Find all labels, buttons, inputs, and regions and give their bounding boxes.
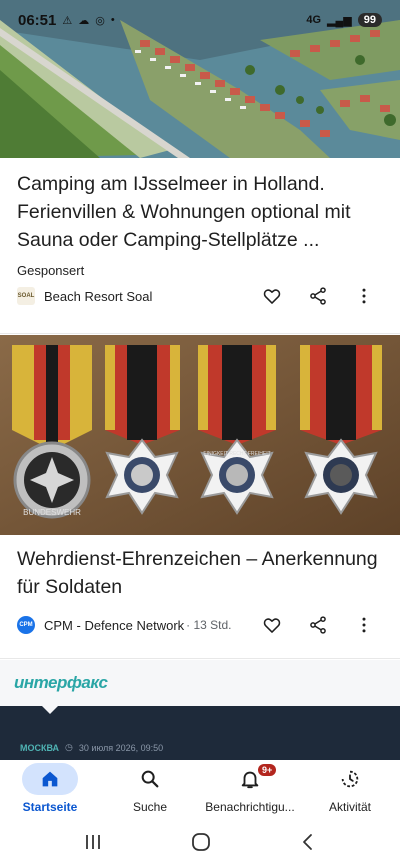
date-label: 30 июля 2026, 09:50 <box>78 742 164 753</box>
card-header: интерфакс <box>0 660 400 706</box>
recent-apps-button[interactable] <box>83 833 103 856</box>
card-image-medals[interactable]: BUNDESWEHR EINIGKEIT RECHT FREIHEIT <box>0 335 400 535</box>
source-name: Beach Resort Soal <box>44 288 153 304</box>
warning-icon: ⚠ <box>62 14 73 27</box>
nav-label: Suche <box>132 800 168 814</box>
bottom-navigation: Startseite Suche 9+ Benachrichtigu... Ak… <box>0 760 400 822</box>
card-title[interactable]: Wehrdienst-Ehrenzeichen – Anerkennung fü… <box>17 545 387 601</box>
system-navigation-bar <box>0 822 400 867</box>
more-options-button[interactable] <box>341 283 387 309</box>
activity-icon <box>341 770 359 788</box>
search-icon <box>141 770 159 788</box>
more-options-button[interactable] <box>341 612 387 638</box>
signal-icon: ▂▄▆ <box>327 14 352 27</box>
dateline: МОСКВА ◷ 30 июля 2026, 09:50 <box>20 742 163 753</box>
source-logo: CPM <box>17 616 35 634</box>
nav-item-search[interactable]: Suche <box>100 760 200 822</box>
more-vert-icon <box>362 617 366 633</box>
nav-item-home[interactable]: Startseite <box>0 760 100 822</box>
card-interfax[interactable]: интерфакс МОСКВА ◷ 30 июля 2026, 09:50 <box>0 660 400 760</box>
status-time: 06:51 <box>18 11 57 29</box>
medal-ring-text: BUNDESWEHR <box>23 508 81 517</box>
post-time: · 13 Std. <box>186 618 232 632</box>
nav-item-activity[interactable]: Aktivität <box>300 760 400 822</box>
chrome-icon: ◎ <box>95 14 105 27</box>
recent-apps-icon <box>86 835 101 849</box>
back-chevron-icon <box>302 834 312 850</box>
notification-badge: 9+ <box>258 764 277 776</box>
share-button[interactable] <box>295 612 341 638</box>
dot-icon: • <box>110 14 115 26</box>
home-button[interactable] <box>190 831 212 858</box>
more-vert-icon <box>362 288 366 304</box>
header-pointer <box>42 706 58 714</box>
source-name: CPM - Defence Network <box>44 617 185 633</box>
brand-logo: интерфакс <box>14 673 108 692</box>
share-button[interactable] <box>295 283 341 309</box>
like-button[interactable] <box>249 612 295 638</box>
network-label: 4G <box>306 14 322 26</box>
home-icon <box>42 771 58 787</box>
heart-icon <box>263 289 281 304</box>
home-circle-icon <box>192 833 210 851</box>
back-button[interactable] <box>299 832 317 857</box>
nav-item-notifications[interactable]: 9+ Benachrichtigu... <box>200 760 300 822</box>
card-divider <box>0 658 400 659</box>
heart-icon <box>263 618 281 633</box>
nav-label: Benachrichtigu... <box>205 800 295 814</box>
clock-icon: ◷ <box>65 742 73 752</box>
card-source-row: SOAL Beach Resort Soal <box>17 283 387 309</box>
like-button[interactable] <box>249 283 295 309</box>
card-title[interactable]: Camping am IJsselmeer in Holland. Ferien… <box>17 170 387 254</box>
cross-ring-text: EINIGKEIT RECHT FREIHEIT <box>203 451 270 457</box>
sponsored-label: Gesponsert <box>17 263 85 278</box>
battery-badge: 99 <box>357 13 382 27</box>
card-divider <box>0 333 400 334</box>
nav-label: Aktivität <box>328 800 371 814</box>
source-logo: SOAL <box>17 287 35 305</box>
status-bar: 06:51 ⚠ ☁ ◎ • 4G ▂▄▆ 99 <box>0 0 400 40</box>
location-label: МОСКВА <box>20 742 60 753</box>
nav-label: Startseite <box>22 800 78 814</box>
share-icon <box>310 616 326 634</box>
cloud-icon: ☁ <box>78 14 90 27</box>
card-source-row: CPM CPM - Defence Network · 13 Std. <box>17 612 387 638</box>
share-icon <box>310 287 326 305</box>
nav-pill-active <box>22 763 78 795</box>
